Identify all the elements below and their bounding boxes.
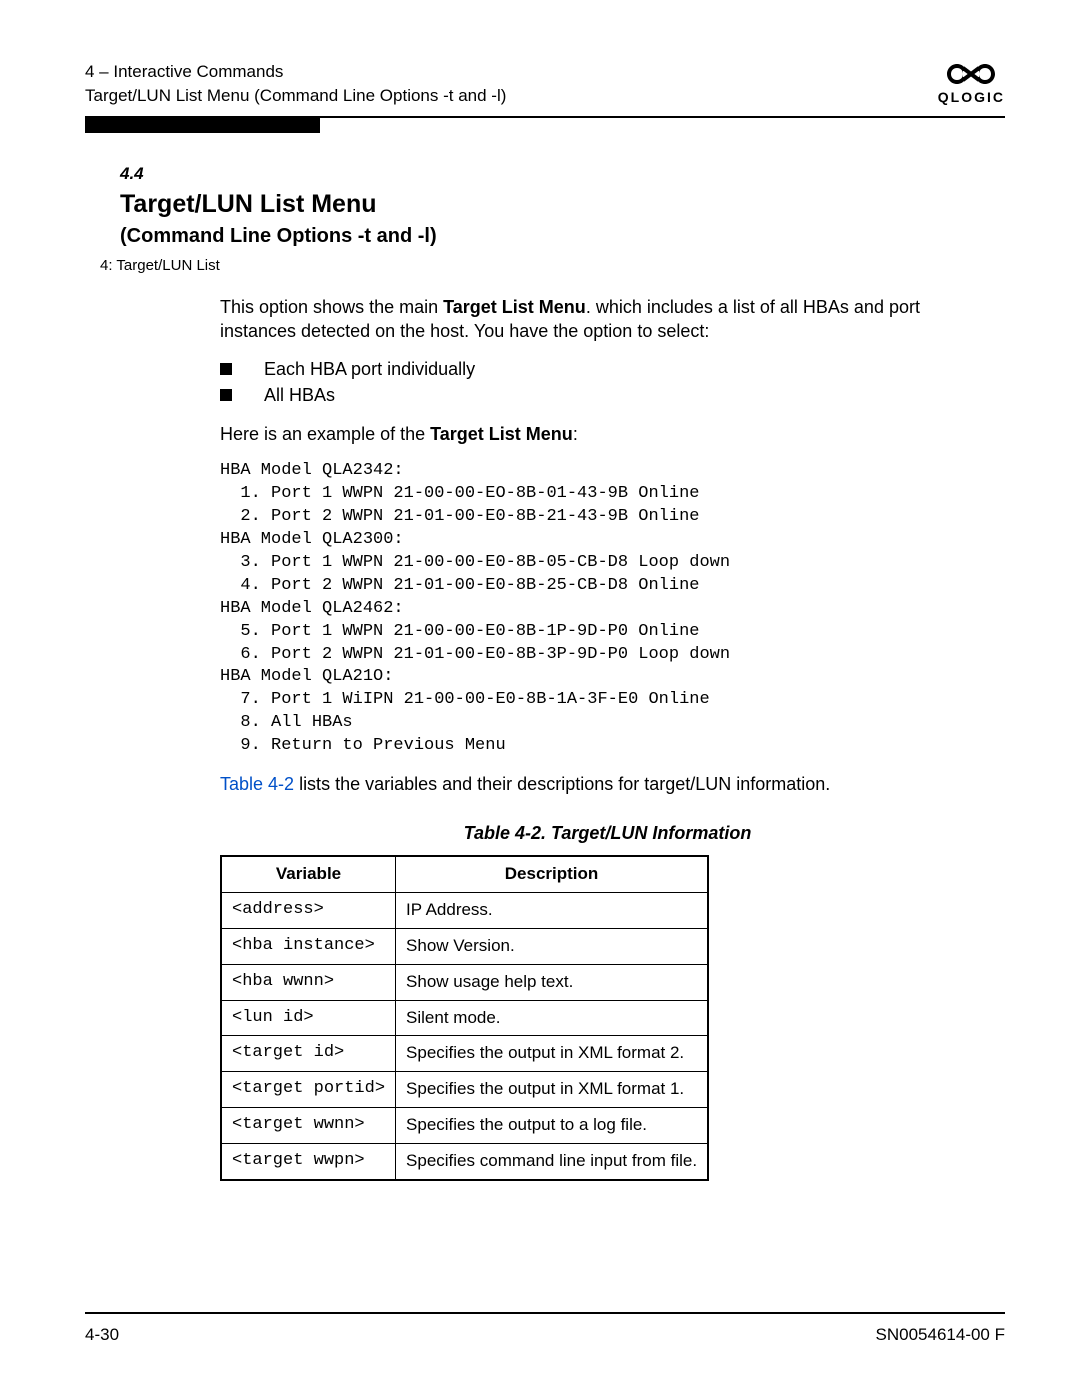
table-row: <target portid> Specifies the output in … [221, 1072, 708, 1108]
column-header-variable: Variable [221, 856, 396, 892]
cell-variable: <target wwnn> [221, 1108, 396, 1144]
table-row: <address> IP Address. [221, 892, 708, 928]
example-lead-in: Here is an example of the Target List Me… [220, 422, 995, 446]
list-item: Each HBA port individually [220, 357, 995, 381]
table-row: <target wwnn> Specifies the output to a … [221, 1108, 708, 1144]
cell-description: Show usage help text. [396, 964, 709, 1000]
cell-description: Silent mode. [396, 1000, 709, 1036]
column-header-description: Description [396, 856, 709, 892]
table-header-row: Variable Description [221, 856, 708, 892]
section-subtitle: (Command Line Options -t and -l) [120, 223, 1005, 250]
brand-logo: QLOGIC [938, 60, 1005, 107]
breadcrumb-section: Target/LUN List Menu (Command Line Optio… [85, 84, 506, 108]
breadcrumb: 4 – Interactive Commands Target/LUN List… [85, 60, 506, 108]
qlogic-icon [938, 60, 1005, 88]
cell-description: Show Version. [396, 928, 709, 964]
example-text-2: : [573, 424, 578, 444]
table-row: <lun id> Silent mode. [221, 1000, 708, 1036]
cell-description: IP Address. [396, 892, 709, 928]
page: 4 – Interactive Commands Target/LUN List… [0, 0, 1080, 1397]
cell-variable: <hba instance> [221, 928, 396, 964]
cell-description: Specifies command line input from file. [396, 1144, 709, 1180]
breadcrumb-chapter: 4 – Interactive Commands [85, 60, 506, 84]
option-list: Each HBA port individually All HBAs [220, 357, 995, 408]
table-row: <hba instance> Show Version. [221, 928, 708, 964]
section-toc-entry: 4: Target/LUN List [100, 256, 1005, 276]
table-row: <hba wwnn> Show usage help text. [221, 964, 708, 1000]
table-ref-text: lists the variables and their descriptio… [294, 774, 830, 794]
body-content: This option shows the main Target List M… [220, 295, 995, 1182]
intro-text-1: This option shows the main [220, 297, 443, 317]
cell-variable: <address> [221, 892, 396, 928]
cell-description: Specifies the output to a log file. [396, 1108, 709, 1144]
cell-description: Specifies the output in XML format 1. [396, 1072, 709, 1108]
cell-variable: <target wwpn> [221, 1144, 396, 1180]
header-accent-bar [85, 118, 320, 133]
table-reference: Table 4-2 lists the variables and their … [220, 772, 995, 796]
cell-variable: <hba wwnn> [221, 964, 396, 1000]
section-number: 4.4 [120, 163, 1005, 186]
page-header: 4 – Interactive Commands Target/LUN List… [85, 60, 1005, 118]
cell-variable: <lun id> [221, 1000, 396, 1036]
example-bold: Target List Menu [430, 424, 573, 444]
table-row: <target wwpn> Specifies command line inp… [221, 1144, 708, 1180]
cell-variable: <target id> [221, 1036, 396, 1072]
table-row: <target id> Specifies the output in XML … [221, 1036, 708, 1072]
brand-name: QLOGIC [938, 88, 1005, 107]
variables-table: Variable Description <address> IP Addres… [220, 855, 709, 1181]
page-body: 4.4 Target/LUN List Menu (Command Line O… [85, 133, 1005, 1182]
code-block: HBA Model QLA2342: 1. Port 1 WWPN 21-00-… [220, 460, 995, 758]
cell-variable: <target portid> [221, 1072, 396, 1108]
section-title: Target/LUN List Menu [120, 188, 1005, 222]
document-id: SN0054614-00 F [876, 1324, 1005, 1347]
page-number: 4-30 [85, 1324, 119, 1347]
example-text-1: Here is an example of the [220, 424, 430, 444]
table-link[interactable]: Table 4-2 [220, 774, 294, 794]
table-caption: Table 4-2. Target/LUN Information [220, 821, 995, 845]
list-item: All HBAs [220, 383, 995, 407]
intro-paragraph: This option shows the main Target List M… [220, 295, 995, 344]
intro-bold: Target List Menu [443, 297, 586, 317]
page-footer: 4-30 SN0054614-00 F [85, 1312, 1005, 1347]
cell-description: Specifies the output in XML format 2. [396, 1036, 709, 1072]
